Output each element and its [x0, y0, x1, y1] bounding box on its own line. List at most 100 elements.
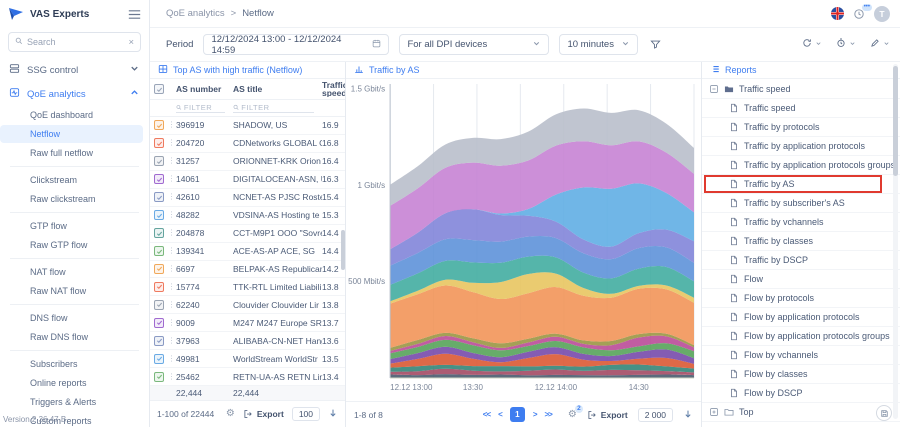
avatar[interactable]: T: [874, 6, 890, 22]
drag-handle-icon[interactable]: ⋮: [167, 193, 176, 201]
table-export-button[interactable]: Export: [243, 409, 284, 419]
sidebar-search[interactable]: ×: [8, 32, 141, 52]
drag-handle-icon[interactable]: ⋮: [167, 121, 176, 129]
drag-handle-icon[interactable]: ⋮: [167, 247, 176, 255]
row-checkbox[interactable]: [154, 120, 164, 130]
as-number-filter[interactable]: [176, 103, 225, 113]
drag-handle-icon[interactable]: ⋮: [167, 157, 176, 165]
dpi-device-select[interactable]: For all DPI devices: [399, 34, 549, 55]
table-row-as-6697[interactable]: ⋮6697BELPAK-AS Republican14.2: [150, 261, 345, 279]
sidebar-item-raw-gtp-flow[interactable]: Raw GTP flow: [0, 236, 143, 254]
drag-handle-icon[interactable]: ⋮: [167, 139, 176, 147]
report-folder-top[interactable]: Top: [702, 403, 900, 422]
drag-handle-icon[interactable]: ⋮: [167, 265, 176, 273]
sidebar-section-qoe-analytics[interactable]: QoE analytics: [0, 82, 149, 106]
table-row-as-139341[interactable]: ⋮139341ACE-AS-AP ACE, SG14.4: [150, 243, 345, 261]
arrow-down-icon[interactable]: [328, 408, 338, 420]
sidebar-item-raw-nat-flow[interactable]: Raw NAT flow: [0, 282, 143, 300]
row-checkbox[interactable]: [154, 228, 164, 238]
row-checkbox[interactable]: [154, 318, 164, 328]
table-row-as-31257[interactable]: ⋮31257ORIONNET-KRK Orion T16.4: [150, 153, 345, 171]
report-item-flow-by-classes[interactable]: Flow by classes: [702, 365, 900, 384]
table-scrollbar-thumb[interactable]: [341, 230, 345, 270]
report-item-traffic-by-subscriber-s-as[interactable]: Traffic by subscriber's AS: [702, 194, 900, 213]
language-flag-icon[interactable]: [831, 7, 844, 20]
edit-dropdown[interactable]: [870, 38, 890, 51]
table-row-as-9009[interactable]: ⋮9009M247 M247 Europe SRL13.7: [150, 314, 345, 332]
col-header-as-title[interactable]: AS title: [233, 84, 322, 94]
drag-handle-icon[interactable]: ⋮: [167, 175, 176, 183]
as-title-filter[interactable]: [233, 103, 314, 113]
row-checkbox[interactable]: [154, 192, 164, 202]
refresh-dropdown[interactable]: [802, 38, 822, 51]
sidebar-item-netflow[interactable]: Netflow: [0, 125, 143, 143]
drag-handle-icon[interactable]: ⋮: [167, 283, 176, 291]
sidebar-item-triggers-alerts[interactable]: Triggers & Alerts: [0, 393, 143, 411]
hamburger-menu-icon[interactable]: [128, 9, 141, 20]
report-item-traffic-by-protocols[interactable]: Traffic by protocols: [702, 118, 900, 137]
clear-search-icon[interactable]: ×: [128, 37, 134, 48]
chart-export-button[interactable]: Export: [587, 410, 628, 420]
col-header-as-number[interactable]: AS number: [176, 84, 233, 94]
report-folder-traffic-speed[interactable]: Traffic speed: [702, 80, 900, 99]
table-page-size[interactable]: 100: [292, 407, 320, 421]
as-number-filter-input[interactable]: [184, 103, 225, 112]
sidebar-item-clickstream[interactable]: Clickstream: [0, 171, 143, 189]
report-item-traffic-by-vchannels[interactable]: Traffic by vchannels: [702, 213, 900, 232]
row-checkbox[interactable]: [154, 354, 164, 364]
filter-funnel-icon[interactable]: [650, 39, 661, 50]
report-item-flow-by-vchannels[interactable]: Flow by vchannels: [702, 346, 900, 365]
table-row-as-25462[interactable]: ⋮25462RETN-UA-AS RETN Limi13.4: [150, 368, 345, 386]
table-row-as-204878[interactable]: ⋮204878CCT-M9P1 OOO "Sovre14.4: [150, 225, 345, 243]
sidebar-item-dns-flow[interactable]: DNS flow: [0, 309, 143, 327]
drag-handle-icon[interactable]: ⋮: [167, 229, 176, 237]
col-header-traffic-speed[interactable]: Traffic speed: [322, 81, 345, 97]
report-item-traffic-by-dscp[interactable]: Traffic by DSCP: [702, 251, 900, 270]
table-row-as-37963[interactable]: ⋮37963ALIBABA-CN-NET Hang13.6: [150, 332, 345, 350]
sidebar-item-raw-dns-flow[interactable]: Raw DNS flow: [0, 328, 143, 346]
expand-icon[interactable]: [709, 407, 719, 417]
search-input[interactable]: [27, 37, 124, 47]
prev-page-button[interactable]: <: [498, 410, 502, 419]
table-settings-gear-icon[interactable]: ⚙: [226, 409, 235, 419]
row-checkbox[interactable]: [154, 264, 164, 274]
report-item-traffic-by-as[interactable]: Traffic by AS: [702, 175, 900, 194]
row-checkbox[interactable]: [154, 138, 164, 148]
drag-handle-icon[interactable]: ⋮: [167, 301, 176, 309]
chart-page-size[interactable]: 2 000: [638, 408, 673, 422]
interval-select[interactable]: 10 minutes: [559, 34, 637, 55]
table-row-as-49981[interactable]: ⋮49981WorldStream WorldStr13.5: [150, 350, 345, 368]
drag-handle-icon[interactable]: ⋮: [167, 319, 176, 327]
report-item-traffic-speed[interactable]: Traffic speed: [702, 99, 900, 118]
select-all-checkbox[interactable]: [154, 84, 164, 94]
report-folder-rtt[interactable]: RTT: [702, 422, 900, 427]
chart-settings-gear-icon[interactable]: ⚙2: [568, 410, 577, 420]
drag-handle-icon[interactable]: ⋮: [167, 211, 176, 219]
report-item-flow-by-application-protocols[interactable]: Flow by application protocols: [702, 308, 900, 327]
sidebar-item-online-reports[interactable]: Online reports: [0, 374, 143, 392]
table-row-as-48282[interactable]: ⋮48282VDSINA-AS Hosting te15.3: [150, 207, 345, 225]
first-page-button[interactable]: <<: [483, 410, 490, 419]
row-checkbox[interactable]: [154, 246, 164, 256]
report-item-flow-by-protocols[interactable]: Flow by protocols: [702, 289, 900, 308]
row-checkbox[interactable]: [154, 174, 164, 184]
sidebar-section-ssg-control[interactable]: SSG control: [0, 58, 149, 82]
sidebar-item-nat-flow[interactable]: NAT flow: [0, 263, 143, 281]
collapse-icon[interactable]: [709, 84, 719, 94]
table-row-as-396919[interactable]: ⋮396919SHADOW, US16.9: [150, 117, 345, 135]
next-page-button[interactable]: >: [533, 410, 537, 419]
row-checkbox[interactable]: [154, 282, 164, 292]
chart-area[interactable]: 1.5 Gbit/s1 Gbit/s500 Mbit/s12.12 13:001…: [346, 79, 701, 401]
row-checkbox[interactable]: [154, 210, 164, 220]
arrow-down-icon[interactable]: [683, 409, 693, 421]
sidebar-item-gtp-flow[interactable]: GTP flow: [0, 217, 143, 235]
current-page[interactable]: 1: [510, 407, 525, 422]
table-row-as-15774[interactable]: ⋮15774TTK-RTL Limited Liabili13.8: [150, 278, 345, 296]
row-checkbox[interactable]: [154, 300, 164, 310]
row-checkbox[interactable]: [154, 156, 164, 166]
report-item-flow-by-dscp[interactable]: Flow by DSCP: [702, 384, 900, 403]
table-row-as-62240[interactable]: ⋮62240Clouvider Clouvider Lir13.8: [150, 296, 345, 314]
drag-handle-icon[interactable]: ⋮: [167, 355, 176, 363]
report-item-traffic-by-classes[interactable]: Traffic by classes: [702, 232, 900, 251]
drag-handle-icon[interactable]: ⋮: [167, 337, 176, 345]
